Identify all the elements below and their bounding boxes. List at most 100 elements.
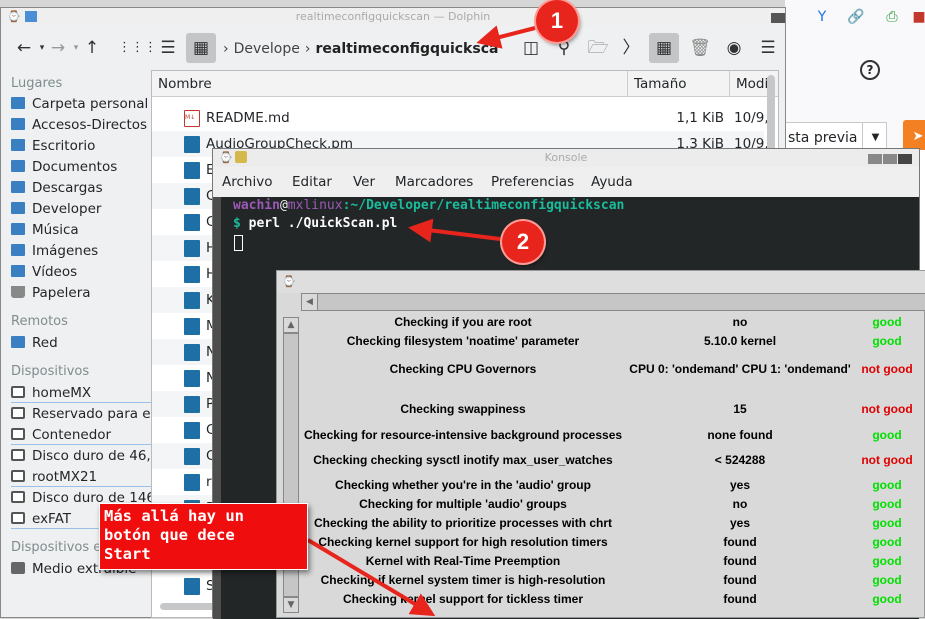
scroll-down-icon[interactable]: ▼ xyxy=(283,597,299,613)
folder-icon xyxy=(11,244,25,256)
perl-file-icon xyxy=(184,474,200,491)
maximize-button[interactable] xyxy=(883,154,897,164)
sidebar-item-downloads[interactable]: Descargas xyxy=(11,178,151,198)
close-button[interactable] xyxy=(898,154,912,164)
scan-result-row: Checking for multiple 'audio' groups no go… xyxy=(301,495,925,513)
terminal-icon[interactable]: 〉 xyxy=(616,33,646,63)
scroll-up-icon[interactable]: ▲ xyxy=(283,317,299,333)
sidebar-item-label: Descargas xyxy=(32,180,103,196)
scan-check-label: Checking if kernel system timer is high-… xyxy=(320,573,606,587)
sidebar-item-label: Contenedor xyxy=(32,427,112,443)
sidebar-item-label: Carpeta personal xyxy=(32,96,149,112)
dolphin-toolbar: ← ▾ → ▾ ↑ ⋮⋮⋮ ☰ ▦ › Develope › realtimeconf… xyxy=(1,26,785,70)
sidebar-item-label: Imágenes xyxy=(32,243,99,259)
new-folder-icon[interactable]: 🗁 xyxy=(583,33,613,63)
quickscan-window: ⌚ ◀ ▲ ▼ Checking if you are root no good Ch… xyxy=(276,270,925,618)
column-name[interactable]: Nombre xyxy=(152,71,628,97)
scroll-left-icon[interactable]: ◀ xyxy=(302,294,318,310)
menu-archivo[interactable]: Archivo xyxy=(222,169,272,195)
pdf-icon[interactable]: ■ xyxy=(910,8,925,26)
konsole-menubar: Archivo Editar Ver Marcadores Preferenci… xyxy=(213,169,919,195)
sidebar-item-homemx[interactable]: homeMX xyxy=(11,383,151,403)
perl-file-icon xyxy=(184,266,200,283)
sidebar-item-shortcuts[interactable]: Accesos-Directos xyxy=(11,115,151,135)
window-controls[interactable] xyxy=(770,12,785,23)
perl-file-icon xyxy=(184,214,200,231)
breadcrumb-item-current[interactable]: realtimeconfigquicksca xyxy=(315,41,498,57)
drive-icon xyxy=(11,386,25,398)
extension-icon[interactable]: Y xyxy=(813,8,831,26)
link-icon[interactable]: 🔗 xyxy=(847,8,865,26)
quickscan-titlebar[interactable]: ⌚ xyxy=(277,271,925,293)
menu-editar[interactable]: Editar xyxy=(292,169,332,195)
sidebar-item-videos[interactable]: Vídeos xyxy=(11,262,151,282)
hamburger-menu-icon[interactable]: ☰ xyxy=(753,33,783,63)
minimize-button[interactable] xyxy=(771,13,785,23)
scan-result-row: Checking if kernel system timer is high-… xyxy=(301,571,925,589)
menu-ver[interactable]: Ver xyxy=(353,169,375,195)
removable-header: Dispositivos e xyxy=(11,540,102,555)
sidebar-item-trash[interactable]: Papelera xyxy=(11,283,151,303)
window-title: realtimeconfigquickscan — Dolphin xyxy=(295,10,491,23)
sidebar-item-disk-46[interactable]: Disco duro de 46, xyxy=(11,446,151,466)
sidebar-item-label: exFAT xyxy=(32,511,72,527)
perl-file-icon xyxy=(184,162,200,179)
sidebar-item-reserved[interactable]: Reservado para e xyxy=(11,404,151,424)
annotation-callout: Más allá hay un botón que dece Start xyxy=(99,503,308,570)
breadcrumb-item-developer[interactable]: Develope xyxy=(234,41,300,57)
drive-icon xyxy=(11,491,25,503)
browser-toolbar-icons: Y 🔗 ⎙ ■ xyxy=(785,8,925,28)
scan-value: found xyxy=(723,592,757,606)
scan-value: 5.10.0 kernel xyxy=(703,334,777,348)
minimize-button[interactable] xyxy=(868,154,882,164)
scan-result-row: Checking kernel support for high resolut… xyxy=(301,533,925,551)
konsole-titlebar[interactable]: ⌚ Konsole xyxy=(213,149,919,167)
scan-check-label: Checking for multiple 'audio' groups xyxy=(359,497,567,511)
icons-view-icon[interactable]: ⋮⋮⋮ xyxy=(118,33,157,63)
sidebar-item-label: homeMX xyxy=(32,385,92,401)
window-controls[interactable] xyxy=(867,153,912,164)
menu-ayuda[interactable]: Ayuda xyxy=(591,169,633,195)
scan-check-label: Checking for resource-intensive backgrou… xyxy=(303,428,623,442)
breadcrumb[interactable]: › Develope › realtimeconfigquicksca xyxy=(223,39,523,59)
sidebar-item-container[interactable]: Contenedor xyxy=(11,425,151,445)
scan-result-row: Checking filesystem 'noatime' parameter 5… xyxy=(301,332,925,350)
menu-marcadores[interactable]: Marcadores xyxy=(395,169,473,195)
sidebar-item-documents[interactable]: Documentos xyxy=(11,157,151,177)
perl-file-icon xyxy=(184,240,200,257)
print-icon[interactable]: ⎙ xyxy=(883,8,901,26)
sidebar-item-developer[interactable]: Developer xyxy=(11,199,151,219)
drive-icon xyxy=(11,428,25,440)
sidebar-item-desktop[interactable]: Escritorio xyxy=(11,136,151,156)
vertical-scrollbar[interactable]: ▲ ▼ xyxy=(277,293,301,619)
sidebar-item-pictures[interactable]: Imágenes xyxy=(11,241,151,261)
help-icon[interactable]: ? xyxy=(860,60,880,80)
horizontal-scrollbar[interactable]: ◀ xyxy=(301,293,925,311)
breadcrumb-separator-icon: › xyxy=(223,41,229,57)
sidebar-item-music[interactable]: Música xyxy=(11,220,151,240)
scan-result-row: Checking CPU Governors CPU 0: 'ondemand' … xyxy=(301,353,925,385)
split-view-icon[interactable]: ◫ xyxy=(516,33,546,63)
sidebar-item-label: Escritorio xyxy=(32,138,96,154)
trash-icon[interactable]: 🗑 xyxy=(685,33,715,63)
scan-check-label: Checking CPU Governors xyxy=(389,362,537,376)
preview-image-icon[interactable]: ▦ xyxy=(649,33,679,63)
command-line: $ perl ./QuickScan.pl xyxy=(233,215,397,233)
window-title: Konsole xyxy=(544,151,588,164)
column-size[interactable]: Tamaño xyxy=(628,71,730,97)
sidebar-item-network[interactable]: Red xyxy=(11,333,151,353)
dolphin-titlebar[interactable]: ⌚ realtimeconfigquickscan — Dolphin xyxy=(1,8,785,26)
sidebar-item-rootmx21[interactable]: rootMX21 xyxy=(11,467,151,487)
scan-value: yes xyxy=(729,516,751,530)
compact-view-icon[interactable]: ☰ xyxy=(153,33,183,63)
details-view-icon[interactable]: ▦ xyxy=(186,33,216,63)
folder-icon xyxy=(11,139,25,151)
show-preview-eye-icon[interactable]: ◉ xyxy=(719,33,749,63)
up-button[interactable]: ↑ xyxy=(77,33,107,63)
sidebar-item-home[interactable]: Carpeta personal xyxy=(11,94,151,114)
app-menu-icon[interactable]: ⌚ xyxy=(282,275,296,288)
menu-preferencias[interactable]: Preferencias xyxy=(491,169,574,195)
file-row[interactable]: README.md 1,1 KiB 10/9, xyxy=(152,105,769,131)
scan-value: found xyxy=(723,573,757,587)
folder-icon xyxy=(11,202,25,214)
